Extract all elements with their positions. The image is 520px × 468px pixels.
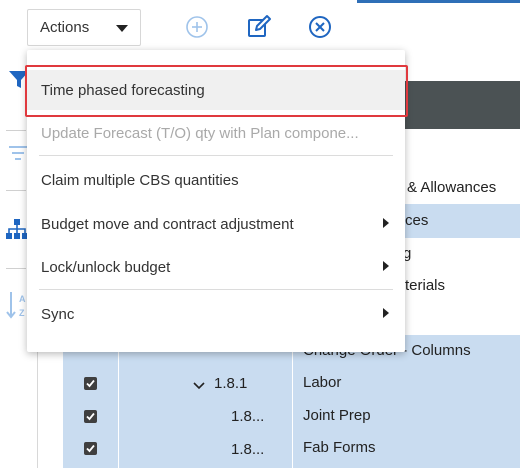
background-label: & Allowances xyxy=(407,179,497,196)
submenu-arrow-icon xyxy=(383,261,389,271)
menu-item-budget-move[interactable]: Budget move and contract adjustment xyxy=(27,204,405,244)
column-divider xyxy=(292,335,293,468)
row-checkbox[interactable] xyxy=(84,377,97,390)
row-checkbox[interactable] xyxy=(84,410,97,423)
actions-dropdown-button[interactable]: Actions xyxy=(27,9,141,46)
submenu-arrow-icon xyxy=(383,218,389,228)
menu-item-label: Update Forecast (T/O) qty with Plan comp… xyxy=(41,124,359,142)
row-description: Joint Prep xyxy=(303,407,371,424)
rail-divider xyxy=(6,268,26,269)
row-code: 1.8... xyxy=(231,408,265,425)
edit-icon[interactable] xyxy=(246,14,272,40)
expand-chevron-icon[interactable] xyxy=(193,378,205,396)
caret-down-icon xyxy=(116,25,128,32)
menu-separator xyxy=(39,155,393,156)
column-divider xyxy=(118,335,119,468)
rail-divider xyxy=(6,130,26,131)
menu-item-sync[interactable]: Sync xyxy=(27,294,405,334)
svg-text:Z: Z xyxy=(19,308,25,318)
row-description: Fab Forms xyxy=(303,439,376,456)
rail-divider xyxy=(6,190,26,191)
row-checkbox[interactable] xyxy=(84,442,97,455)
list-filter-icon[interactable] xyxy=(8,143,28,168)
menu-item-label: Sync xyxy=(41,305,75,323)
row-code: 1.8.1 xyxy=(214,375,248,392)
menu-separator xyxy=(39,289,393,290)
add-circle-icon[interactable] xyxy=(184,14,210,40)
background-label: terials xyxy=(405,277,446,294)
menu-item-claim-multiple-cbs[interactable]: Claim multiple CBS quantities xyxy=(27,160,405,200)
menu-item-update-forecast: Update Forecast (T/O) qty with Plan comp… xyxy=(27,113,405,153)
active-tab-indicator xyxy=(357,0,520,3)
hierarchy-icon[interactable] xyxy=(6,218,28,245)
menu-item-label: Claim multiple CBS quantities xyxy=(41,171,239,189)
submenu-arrow-icon xyxy=(383,308,389,318)
row-code: 1.8... xyxy=(231,441,265,458)
menu-item-label: Budget move and contract adjustment xyxy=(41,215,294,233)
svg-text:A: A xyxy=(19,294,26,304)
actions-label: Actions xyxy=(40,19,90,36)
highlight-annotation-box xyxy=(25,65,408,117)
row-description: Labor xyxy=(303,374,342,391)
close-circle-icon[interactable] xyxy=(307,14,333,40)
menu-item-label: Lock/unlock budget xyxy=(41,258,171,276)
background-label: ces xyxy=(405,212,429,229)
menu-item-lock-unlock-budget[interactable]: Lock/unlock budget xyxy=(27,247,405,287)
